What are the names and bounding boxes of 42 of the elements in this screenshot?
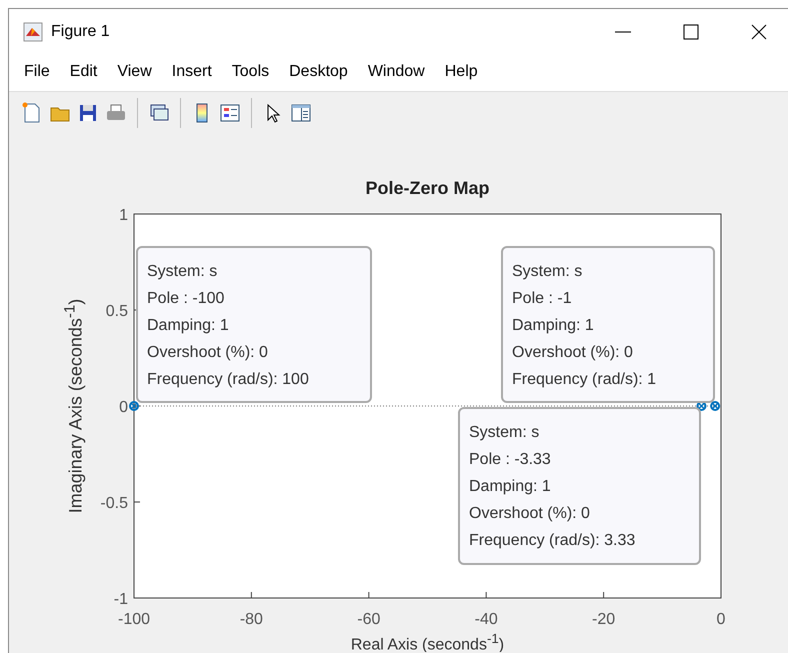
- menu-item[interactable]: Insert: [162, 63, 223, 82]
- menu-item[interactable]: File: [15, 63, 61, 82]
- data-tip-text: Overshoot (%): 0: [147, 343, 269, 363]
- y-tick-label: -0.5: [100, 495, 128, 512]
- data-tip-text: Frequency (rad/s): 100: [147, 370, 310, 390]
- data-tip-text: Damping: 1: [469, 477, 552, 497]
- window-title: Figure 1: [51, 22, 111, 40]
- data-tip-text: System: s: [147, 262, 218, 282]
- legend-icon[interactable]: [219, 102, 241, 124]
- menu-item[interactable]: Tools: [222, 63, 280, 82]
- data-tip-text: Pole : -3.33: [469, 450, 552, 470]
- data-tip-text: Overshoot (%): 0: [469, 504, 591, 524]
- x-tick-label: -40: [474, 611, 498, 628]
- menu-item[interactable]: Edit: [60, 63, 108, 82]
- data-tip-text: System: s: [512, 262, 584, 282]
- y-tick-label: 0: [119, 399, 128, 416]
- data-tip-text: System: s: [469, 423, 540, 443]
- menu-item[interactable]: Window: [358, 63, 436, 82]
- y-tick-label: -1: [114, 591, 128, 608]
- property-inspector-icon[interactable]: [290, 102, 312, 124]
- minimize-icon: [615, 30, 631, 32]
- data-tip-text: Overshoot (%): 0: [512, 343, 634, 363]
- x-tick-label: -100: [118, 611, 150, 628]
- menu-item[interactable]: View: [108, 63, 163, 82]
- chart-title: Pole-Zero Map: [366, 178, 490, 198]
- app-logo-icon: [23, 22, 43, 42]
- data-tip-text: Pole : -100: [147, 289, 226, 309]
- data-tip-text: Pole : -1: [512, 289, 573, 309]
- menu-item[interactable]: Desktop: [280, 63, 359, 82]
- y-tick-label: 0.5: [106, 303, 128, 320]
- y-tick-label: 1: [119, 207, 128, 224]
- data-tip-text: Damping: 1: [512, 316, 595, 336]
- data-tip-text: Frequency (rad/s): 3.33: [469, 531, 636, 551]
- data-tip-text: Frequency (rad/s): 1: [512, 370, 658, 390]
- x-tick-label: -20: [592, 611, 616, 628]
- maximize-icon: [681, 22, 701, 42]
- x-tick-label: -60: [357, 611, 380, 628]
- data-tip-text: Damping: 1: [147, 316, 230, 336]
- x-tick-label: 0: [716, 611, 726, 628]
- close-icon: [749, 22, 769, 42]
- menu-item[interactable]: Help: [436, 63, 489, 82]
- x-tick-label: -80: [240, 611, 263, 628]
